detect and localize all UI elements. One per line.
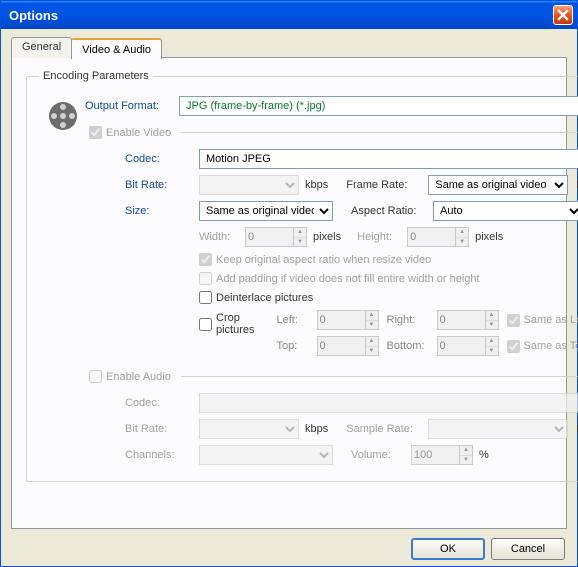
tab-video-audio[interactable]: Video & Audio bbox=[71, 38, 162, 59]
audio-volume-input bbox=[411, 445, 459, 465]
enable-video-label: Enable Video bbox=[106, 127, 171, 139]
audio-bitrate-label: Bit Rate: bbox=[125, 423, 193, 435]
divider bbox=[181, 376, 578, 377]
deinterlace-checkbox[interactable] bbox=[199, 291, 212, 304]
close-button[interactable] bbox=[553, 5, 573, 25]
audio-samplerate-label: Sample Rate: bbox=[346, 423, 422, 435]
crop-right-input bbox=[437, 310, 485, 330]
crop-bottom-input bbox=[437, 336, 485, 356]
crop-left-input bbox=[317, 310, 365, 330]
audio-samplerate-select bbox=[428, 419, 568, 439]
encoding-parameters-legend: Encoding Parameters bbox=[39, 70, 153, 82]
crop-checkbox[interactable] bbox=[199, 318, 212, 331]
keep-ratio-checkbox bbox=[199, 253, 212, 266]
encoding-parameters-group: Encoding Parameters Output Format: JPG bbox=[26, 70, 578, 482]
same-as-top-label: Same as Top bbox=[524, 340, 578, 352]
spinner-buttons: ▲▼ bbox=[455, 227, 469, 247]
padding-label: Add padding if video does not fill entir… bbox=[216, 273, 480, 285]
video-codec-label: Codec: bbox=[125, 153, 193, 165]
video-aspect-select[interactable]: Auto bbox=[433, 201, 578, 221]
crop-grid: Left: ▲▼ Right: ▲▼ Same as Left Top: ▲▼ … bbox=[277, 310, 578, 356]
video-codec-select[interactable]: Motion JPEG bbox=[199, 149, 578, 169]
divider bbox=[181, 132, 578, 133]
output-format-select[interactable]: JPG (frame-by-frame) (*.jpg) bbox=[179, 96, 578, 116]
options-dialog: Options General Video & Audio Encoding P… bbox=[0, 0, 578, 567]
video-framerate-label: Frame Rate: bbox=[346, 179, 422, 191]
audio-bitrate-select bbox=[199, 419, 299, 439]
button-row: OK Cancel bbox=[11, 530, 567, 560]
window-title: Options bbox=[9, 8, 58, 23]
padding-row: Add padding if video does not fill entir… bbox=[199, 272, 578, 285]
audio-bitrate-unit: kbps bbox=[305, 423, 328, 435]
video-section: Enable Video Codec: Motion JPEG Bit R bbox=[85, 126, 578, 356]
video-height-spinner: ▲▼ bbox=[407, 227, 469, 247]
padding-checkbox bbox=[199, 272, 212, 285]
crop-bottom-label: Bottom: bbox=[387, 340, 437, 352]
crop-top-label: Top: bbox=[277, 340, 317, 352]
deinterlace-label: Deinterlace pictures bbox=[216, 292, 313, 304]
video-height-label: Height: bbox=[357, 231, 401, 243]
crop-left-label: Left: bbox=[277, 314, 317, 326]
video-width-unit: pixels bbox=[313, 231, 341, 243]
keep-ratio-label: Keep original aspect ratio when resize v… bbox=[216, 254, 431, 266]
ok-button[interactable]: OK bbox=[411, 538, 485, 560]
cancel-button[interactable]: Cancel bbox=[491, 538, 565, 560]
output-format-row: Output Format: JPG (frame-by-frame) (*.j… bbox=[85, 96, 578, 116]
video-width-input bbox=[245, 227, 293, 247]
close-icon bbox=[557, 9, 569, 21]
spinner-buttons: ▲▼ bbox=[293, 227, 307, 247]
audio-channels-select bbox=[199, 445, 333, 465]
content-area: General Video & Audio Encoding Parameter… bbox=[1, 29, 577, 566]
audio-codec-select bbox=[199, 393, 578, 413]
video-width-spinner: ▲▼ bbox=[245, 227, 307, 247]
enable-audio-label: Enable Audio bbox=[106, 371, 171, 383]
video-width-label: Width: bbox=[199, 231, 239, 243]
audio-channels-label: Channels: bbox=[125, 449, 193, 461]
audio-volume-unit: % bbox=[479, 449, 489, 461]
same-as-left-label: Same as Left bbox=[524, 314, 578, 326]
keep-ratio-row: Keep original aspect ratio when resize v… bbox=[199, 253, 578, 266]
video-size-select[interactable]: Same as original video bbox=[199, 201, 333, 221]
crop-label: Crop pictures bbox=[216, 312, 255, 336]
video-size-label: Size: bbox=[125, 205, 193, 217]
video-bitrate-unit: kbps bbox=[305, 179, 328, 191]
same-as-top-checkbox bbox=[507, 340, 520, 353]
video-height-unit: pixels bbox=[475, 231, 503, 243]
video-aspect-label: Aspect Ratio: bbox=[351, 205, 427, 217]
audio-section: Enable Audio Codec: Bit Rate: kbps bbox=[85, 370, 578, 465]
crop-right-label: Right: bbox=[387, 314, 437, 326]
audio-volume-label: Volume: bbox=[351, 449, 405, 461]
enable-audio-legend: Enable Audio bbox=[85, 370, 175, 383]
enable-video-legend: Enable Video bbox=[85, 126, 175, 139]
video-height-input bbox=[407, 227, 455, 247]
video-framerate-select[interactable]: Same as original video bbox=[428, 175, 568, 195]
crop-top-input bbox=[317, 336, 365, 356]
enable-audio-checkbox bbox=[89, 370, 102, 383]
film-reel-icon bbox=[47, 100, 79, 135]
video-bitrate-label: Bit Rate: bbox=[125, 179, 193, 191]
tab-panel-video-audio: Encoding Parameters Output Format: JPG bbox=[11, 57, 567, 529]
tab-strip: General Video & Audio bbox=[11, 37, 567, 58]
output-format-label: Output Format: bbox=[85, 100, 171, 112]
deinterlace-row: Deinterlace pictures bbox=[199, 291, 578, 304]
enable-video-checkbox bbox=[89, 126, 102, 139]
audio-codec-label: Codec: bbox=[125, 397, 193, 409]
tab-general[interactable]: General bbox=[11, 37, 72, 58]
same-as-left-checkbox bbox=[507, 314, 520, 327]
video-bitrate-select bbox=[199, 175, 299, 195]
titlebar: Options bbox=[1, 1, 577, 29]
